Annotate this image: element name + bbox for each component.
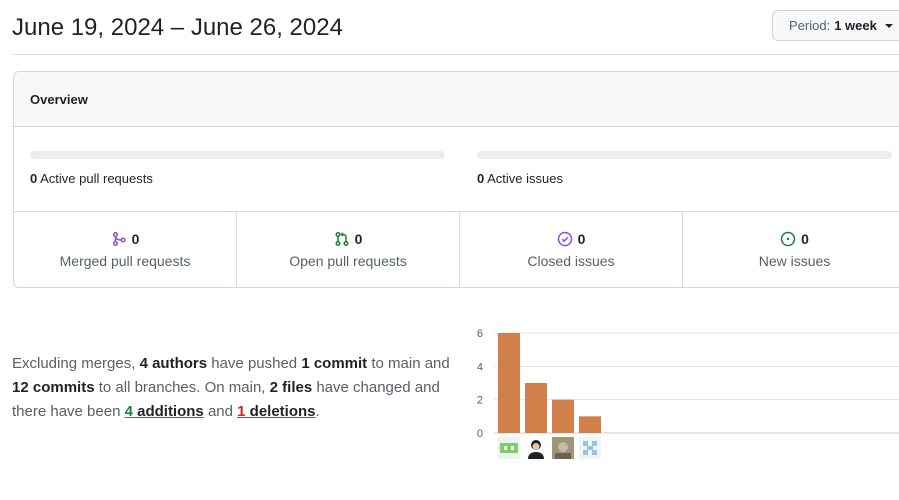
active-pull-requests[interactable]: 0 Active pull requests xyxy=(30,171,153,186)
author-avatar-3[interactable] xyxy=(552,437,574,459)
y-tick-label: 2 xyxy=(477,395,483,407)
stat-value: 0 xyxy=(131,230,140,247)
summary-text: have pushed xyxy=(207,355,302,372)
overview-box: Overview 0 Active pull requests 0 Active… xyxy=(13,71,899,288)
additions-link[interactable]: 4 additions xyxy=(125,403,204,420)
period-value: 1 week xyxy=(834,18,877,33)
deletions-word: deletions xyxy=(245,403,316,420)
active-issues-progress-bar xyxy=(477,151,892,159)
deletions-link[interactable]: 1 deletions xyxy=(237,403,315,420)
files-count: 2 files xyxy=(269,379,313,396)
additions-word: additions xyxy=(132,403,204,420)
active-pull-requests-count: 0 xyxy=(30,171,38,186)
deletions-number: 1 xyxy=(237,403,246,420)
y-tick-label: 4 xyxy=(477,361,483,373)
page-title: June 19, 2024 – June 26, 2024 xyxy=(12,14,343,41)
bar-author-2[interactable] xyxy=(525,383,547,433)
commit-main-count: 1 commit xyxy=(301,355,368,372)
stat-new-issues[interactable]: 0 New issues xyxy=(683,212,899,287)
period-dropdown-button[interactable]: Period: 1 week xyxy=(772,10,899,41)
stat-label: New issues xyxy=(758,252,831,269)
stat-value: 0 xyxy=(354,230,363,247)
summary-text: and xyxy=(203,403,238,420)
stat-merged-pull-requests[interactable]: 0 Merged pull requests xyxy=(14,212,237,287)
stat-value: 0 xyxy=(577,230,586,247)
summary-text: to all branches. On main, xyxy=(94,379,270,396)
stat-label: Open pull requests xyxy=(289,252,407,269)
issue-opened-icon xyxy=(780,231,796,247)
bar-author-4[interactable] xyxy=(579,416,601,433)
commits-all-count: 12 commits xyxy=(12,379,95,396)
active-issues-count: 0 xyxy=(477,171,485,186)
active-issues[interactable]: 0 Active issues xyxy=(477,171,563,186)
header-divider xyxy=(12,54,899,55)
y-tick-label: 0 xyxy=(477,428,483,440)
stat-open-pull-requests[interactable]: 0 Open pull requests xyxy=(237,212,460,287)
overview-header: Overview xyxy=(14,72,899,127)
issue-closed-icon xyxy=(557,231,573,247)
bar-author-3[interactable] xyxy=(552,399,574,433)
stat-closed-issues[interactable]: 0 Closed issues xyxy=(460,212,683,287)
author-avatar-2[interactable] xyxy=(525,437,547,459)
git-merge-icon xyxy=(111,231,127,247)
summary-text: . xyxy=(315,403,320,420)
caret-down-icon xyxy=(884,23,893,28)
bar-author-1[interactable] xyxy=(498,333,520,433)
commit-summary: Excluding merges, 4 authors have pushed … xyxy=(12,352,462,424)
active-pull-requests-progress-bar xyxy=(30,151,445,159)
stat-label: Closed issues xyxy=(527,252,615,269)
summary-text: to main and xyxy=(367,355,450,372)
git-pull-request-icon xyxy=(334,231,350,247)
y-tick-label: 6 xyxy=(477,328,483,340)
stat-value: 0 xyxy=(801,230,809,247)
author-avatar-1[interactable] xyxy=(498,437,520,459)
stats-row: 0 Merged pull requests 0 Open pull reque… xyxy=(14,211,899,287)
active-pull-requests-label: Active pull requests xyxy=(40,171,153,186)
stat-label: Merged pull requests xyxy=(59,252,191,269)
author-avatar-4[interactable] xyxy=(579,437,601,459)
additions-number: 4 xyxy=(124,403,133,420)
authors-count: 4 authors xyxy=(139,355,208,372)
period-label: Period: xyxy=(789,18,831,33)
active-issues-label: Active issues xyxy=(487,171,564,186)
overview-title: Overview xyxy=(30,91,88,107)
summary-text: Excluding merges, xyxy=(12,355,140,372)
